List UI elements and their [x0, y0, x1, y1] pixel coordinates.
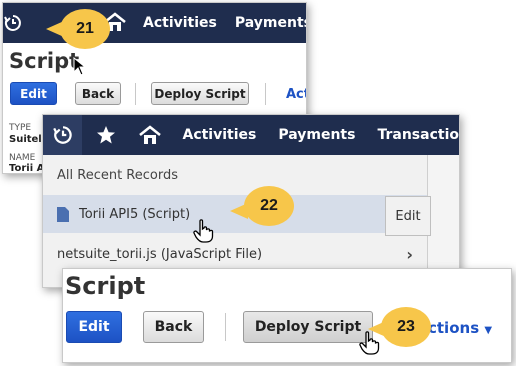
history-icon — [52, 126, 72, 144]
nav-payments[interactable]: Payments — [278, 127, 355, 143]
type-label: TYPE — [9, 123, 32, 133]
document-icon — [57, 206, 69, 222]
callout-21: 21 — [60, 9, 110, 49]
callout-22: 22 — [244, 186, 294, 226]
recent-records-button[interactable] — [43, 115, 83, 155]
chevron-right-icon[interactable]: › — [406, 245, 413, 264]
callout-23: 23 — [381, 307, 431, 347]
back-button[interactable]: Back — [143, 311, 204, 343]
top-nav-bar: Activities Payments Transactio — [43, 115, 459, 155]
recent-records-button[interactable] — [3, 3, 23, 43]
panel-script-page-3: Script Edit Back Deploy Script ctions ▼ — [62, 268, 512, 363]
name-value: Torii A — [9, 163, 45, 174]
nav-activities[interactable]: Activities — [182, 127, 256, 143]
star-icon[interactable] — [96, 125, 116, 145]
menu-header[interactable]: All Recent Records — [43, 155, 427, 195]
actions-menu[interactable]: ctions ▼ — [428, 319, 492, 337]
record-label: Torii API5 (Script) — [79, 206, 191, 222]
separator — [225, 313, 226, 341]
separator — [135, 83, 136, 105]
separator — [265, 83, 266, 105]
record-label: netsuite_torii.js (JavaScript File) — [57, 246, 263, 262]
edit-button[interactable]: Edit — [10, 82, 57, 105]
mouse-cursor-icon — [73, 57, 87, 76]
nav-activities[interactable]: Activities — [143, 15, 217, 31]
edit-button[interactable]: Edit — [66, 311, 122, 343]
edit-flyout[interactable]: Edit — [385, 196, 431, 236]
name-label: NAME — [9, 153, 36, 163]
nav-payments[interactable]: Payments — [235, 15, 306, 31]
caret-down-icon: ▼ — [484, 325, 493, 336]
nav-transactions[interactable]: Transactio — [377, 127, 459, 143]
page-title: Script — [65, 272, 146, 300]
history-icon — [4, 15, 21, 31]
home-icon[interactable] — [138, 124, 162, 146]
actions-label: ctions — [428, 319, 480, 337]
back-button[interactable]: Back — [75, 82, 121, 105]
deploy-script-button[interactable]: Deploy Script — [151, 82, 249, 105]
page-title: Script — [9, 49, 80, 73]
actions-menu[interactable]: Act — [286, 87, 306, 102]
deploy-script-button[interactable]: Deploy Script — [243, 311, 373, 343]
hand-cursor-icon — [193, 219, 214, 243]
